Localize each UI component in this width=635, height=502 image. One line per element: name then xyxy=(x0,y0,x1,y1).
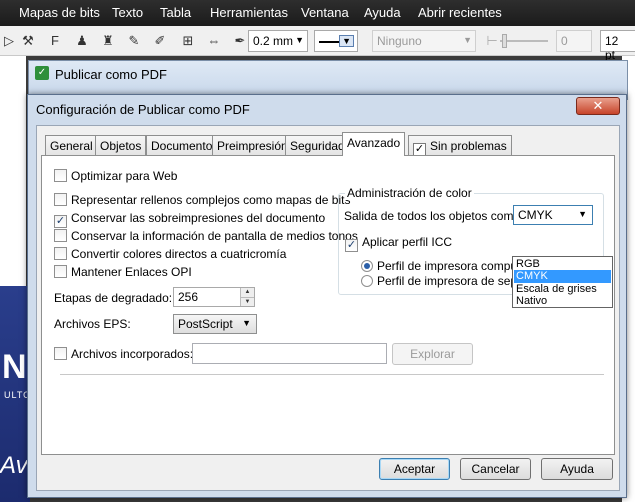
grid-icon[interactable]: ⊞ xyxy=(180,33,196,49)
edit-icon[interactable]: ✎ xyxy=(126,33,142,49)
line-style-select[interactable]: ▼ xyxy=(314,30,358,52)
menu-item-abrir-recientes[interactable]: Abrir recientes xyxy=(418,5,502,20)
fountain-steps-spinner[interactable]: 256 ▲ ▼ xyxy=(173,287,255,307)
line-sample xyxy=(319,40,341,43)
menu-item-ayuda[interactable]: Ayuda xyxy=(364,5,401,20)
chevron-down-icon: ▼ xyxy=(578,209,587,219)
slider-track[interactable] xyxy=(500,40,548,42)
pdf-settings-dialog: Configuración de Publicar como PDF ✕ Gen… xyxy=(27,94,627,498)
publish-pdf-title: Publicar como PDF xyxy=(55,67,167,82)
tab-documento[interactable]: Documento xyxy=(146,135,218,155)
tab-general[interactable]: General xyxy=(45,135,98,155)
pen-nib-icon[interactable]: ✒ xyxy=(232,33,248,49)
apply-icc-checkbox[interactable]: ✓ Aplicar perfil ICC xyxy=(345,235,452,252)
eps-files-label: Archivos EPS: xyxy=(54,317,131,331)
brush-icon[interactable]: ✐ xyxy=(152,33,168,49)
opi-links-checkbox[interactable]: Mantener Enlaces OPI xyxy=(54,265,192,279)
close-icon: ✕ xyxy=(592,98,604,113)
checkbox-box[interactable] xyxy=(54,229,67,242)
browse-button[interactable]: Explorar xyxy=(392,343,473,365)
menu-item-ventana[interactable]: Ventana xyxy=(301,5,349,20)
cancel-button[interactable]: Cancelar xyxy=(460,458,531,480)
menu-item-herramientas[interactable]: Herramientas xyxy=(210,5,288,20)
tab-sin-problemas[interactable]: ✓ Sin problemas xyxy=(408,135,512,156)
menu-bar: Mapas de bits Texto Tabla Herramientas V… xyxy=(0,0,635,26)
dropdown-option-cmyk[interactable]: CMYK xyxy=(514,270,611,283)
checkbox-box[interactable] xyxy=(54,193,67,206)
scale-icon[interactable]: ⇔ xyxy=(206,33,222,49)
spot-to-cmyk-checkbox[interactable]: Convertir colores directos a cuatricromí… xyxy=(54,247,286,261)
color-management-title: Administración de color xyxy=(345,186,474,200)
embedded-files-checkbox[interactable]: Archivos incorporados: xyxy=(54,347,193,361)
wrench-icon[interactable]: ⚒ xyxy=(20,33,36,49)
fountain-steps-label: Etapas de degradado: xyxy=(54,291,173,305)
close-button[interactable]: ✕ xyxy=(576,97,620,115)
spin-down-icon[interactable]: ▼ xyxy=(240,297,254,306)
pdf-app-icon: ✓ xyxy=(35,66,49,80)
embedded-files-input[interactable] xyxy=(192,343,387,364)
dialog-client-area: General Objetos Documento Preimpresión S… xyxy=(36,125,620,491)
dropdown-option-native[interactable]: Nativo xyxy=(514,295,611,308)
background-canvas-left xyxy=(0,56,26,286)
radio-unselected[interactable] xyxy=(361,275,373,287)
figure-icon[interactable]: ♟ xyxy=(74,33,90,49)
spin-value[interactable]: 0 xyxy=(556,30,592,52)
tab-objetos[interactable]: Objetos xyxy=(95,135,147,155)
chevron-down-icon: ▼ xyxy=(242,318,251,328)
checkbox-box[interactable] xyxy=(54,169,67,182)
color-output-dropdown: RGB CMYK Escala de grises Nativo xyxy=(512,256,613,308)
property-toolbar: ▷ ⚒ F ♟ ♜ ✎ ✐ ⊞ ⇔ ✒ 0.2 mm ▼ ▼ Ninguno ▼ ⊢… xyxy=(0,26,635,62)
outline-width-select[interactable]: 0.2 mm ▼ xyxy=(248,30,308,52)
checkbox-box-checked[interactable]: ✓ xyxy=(54,215,67,228)
slider-thumb[interactable] xyxy=(502,34,507,48)
menu-item-tabla[interactable]: Tabla xyxy=(160,5,191,20)
halftone-checkbox[interactable]: Conservar la información de pantalla de … xyxy=(54,229,358,243)
figure-alt-icon[interactable]: ♜ xyxy=(100,33,116,49)
arrow-style-select[interactable]: Ninguno ▼ xyxy=(372,30,476,52)
help-button[interactable]: Ayuda xyxy=(541,458,613,480)
spin-up-icon[interactable]: ▲ xyxy=(240,288,254,297)
eps-files-select[interactable]: PostScript ▼ xyxy=(173,314,257,334)
overprints-checkbox[interactable]: ✓ Conservar las sobreimpresiones del docu… xyxy=(54,211,325,228)
checkbox-box[interactable] xyxy=(54,265,67,278)
tab-preimpresion[interactable]: Preimpresión xyxy=(212,135,293,155)
menu-item-texto[interactable]: Texto xyxy=(112,5,143,20)
checkbox-box[interactable] xyxy=(54,347,67,360)
checkbox-box[interactable] xyxy=(54,247,67,260)
width-icon: ⊢ xyxy=(486,33,498,48)
tab-avanzado[interactable]: Avanzado xyxy=(342,132,406,156)
complex-fills-checkbox[interactable]: Representar rellenos complejos como mapa… xyxy=(54,193,350,207)
menu-item-mapas-de-bits[interactable]: Mapas de bits xyxy=(19,5,100,20)
play-icon[interactable]: ▷ xyxy=(1,33,17,49)
checkbox-box-checked[interactable]: ✓ xyxy=(345,239,358,252)
optimize-web-checkbox[interactable]: Optimizar para Web xyxy=(54,169,177,183)
color-output-select[interactable]: CMYK ▼ xyxy=(513,205,593,225)
radio-selected[interactable] xyxy=(361,260,373,272)
panel-divider xyxy=(60,374,604,375)
output-objects-label: Salida de todos los objetos como: xyxy=(344,209,524,223)
background-logo-image: N ULTO Av xyxy=(0,286,30,502)
ok-button[interactable]: Aceptar xyxy=(379,458,450,480)
tab-seguridad[interactable]: Seguridad xyxy=(285,135,350,155)
bold-f-icon[interactable]: F xyxy=(47,33,63,49)
font-size-select[interactable]: 12 pt xyxy=(600,30,635,62)
dialog-title: Configuración de Publicar como PDF xyxy=(36,102,250,117)
